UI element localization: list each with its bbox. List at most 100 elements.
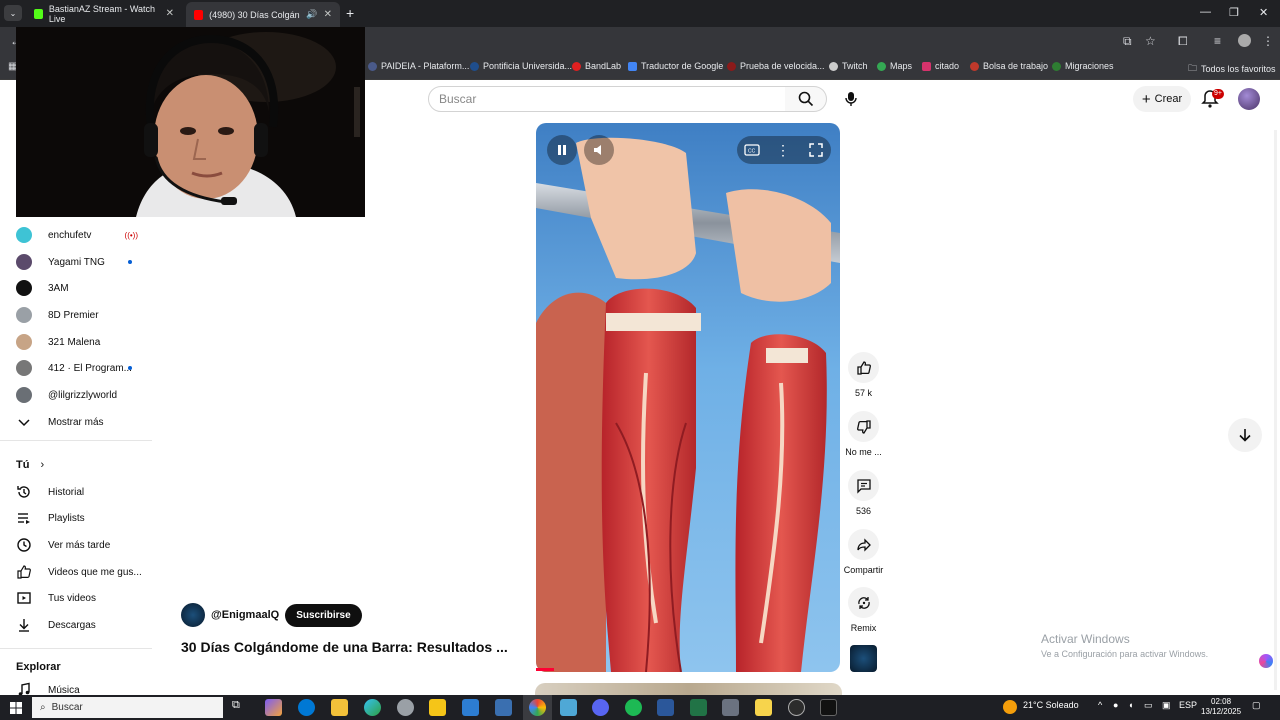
taskbar-search[interactable]: ⌕ Buscar xyxy=(32,697,223,718)
weather-text[interactable]: 21°C Soleado xyxy=(1023,700,1079,710)
audio-source-thumbnail[interactable] xyxy=(850,645,877,672)
bookmark-star-icon[interactable]: ☆ xyxy=(1145,34,1156,48)
spotify-icon[interactable] xyxy=(625,699,642,716)
excel-icon[interactable] xyxy=(690,699,707,716)
sidebar-item-321-malena[interactable]: 321 Malena xyxy=(16,331,146,353)
fullscreen-button[interactable] xyxy=(801,135,831,165)
short-video-player[interactable] xyxy=(536,123,840,672)
profile-avatar[interactable] xyxy=(1238,34,1251,47)
app-yellow-icon[interactable] xyxy=(429,699,446,716)
sidebar-item-playlists[interactable]: Playlists xyxy=(16,507,146,529)
tray-chevron-up-icon[interactable]: ^ xyxy=(1098,700,1102,710)
comments-button[interactable] xyxy=(848,470,879,501)
restore-icon[interactable]: ❐ xyxy=(1229,6,1239,19)
bookmark-twitch[interactable]: Twitch xyxy=(829,61,868,71)
file-explorer-icon[interactable] xyxy=(331,699,348,716)
channel-name[interactable]: @EnigmaalQ xyxy=(211,609,279,621)
sidebar-item-yagami-tng[interactable]: Yagami TNG xyxy=(16,251,146,273)
windows-start-icon[interactable] xyxy=(10,701,22,714)
taskbar-clock[interactable]: 02:08 13/12/2025 xyxy=(1201,697,1241,717)
calculator-icon[interactable] xyxy=(495,699,512,716)
extensions-icon[interactable]: ⧠ xyxy=(1178,34,1188,49)
bookmark-speedtest[interactable]: Prueba de velocida... xyxy=(727,61,825,71)
close-tab-icon[interactable]: ✕ xyxy=(324,9,332,20)
sticky-notes-icon[interactable] xyxy=(755,699,772,716)
edge-browser-icon[interactable] xyxy=(364,699,381,716)
account-avatar[interactable] xyxy=(1238,88,1260,110)
meeting-app-icon[interactable] xyxy=(298,699,315,716)
next-short-preview[interactable] xyxy=(535,683,842,695)
captions-button[interactable]: CC xyxy=(737,135,767,165)
sidebar-item-liked-videos[interactable]: Videos que me gus... xyxy=(16,561,146,583)
sidebar-item-lilgrizzlyworld[interactable]: @lilgrizzlyworld xyxy=(16,384,146,406)
sidebar-item-3am[interactable]: 3AM xyxy=(16,277,146,299)
bookmark-paideia[interactable]: PAIDEIA - Plataform... xyxy=(368,61,469,71)
page-scrollbar[interactable] xyxy=(1274,130,1277,690)
close-tab-icon[interactable]: ✕ xyxy=(166,8,174,19)
epic-games-icon[interactable] xyxy=(820,699,837,716)
weather-sun-icon[interactable] xyxy=(1003,700,1017,714)
show-more-button[interactable]: Mostrar más xyxy=(16,411,146,433)
microphone-tray-icon[interactable]: ● xyxy=(1113,700,1118,710)
video-progress-bar[interactable] xyxy=(536,668,555,671)
steam-icon[interactable] xyxy=(397,699,414,716)
short-title[interactable]: 30 Días Colgándome de una Barra: Resulta… xyxy=(181,639,508,655)
bookmark-migraciones[interactable]: Migraciones xyxy=(1052,61,1114,71)
subscribe-button[interactable]: Suscribirse xyxy=(285,603,362,627)
display-tray-icon[interactable]: ▣ xyxy=(1162,700,1171,711)
notification-center-icon[interactable]: ▢ xyxy=(1252,700,1261,711)
sidebar-item-enchufetv[interactable]: enchufetv ((•)) xyxy=(16,224,146,246)
network-tray-icon[interactable]: ▭ xyxy=(1144,700,1153,711)
channel-avatar[interactable] xyxy=(181,603,205,627)
search-button[interactable] xyxy=(785,86,827,112)
speaker-icon[interactable]: 🔊 xyxy=(306,9,317,20)
bookmark-bolsa-trabajo[interactable]: Bolsa de trabajo xyxy=(970,61,1048,71)
volume-tray-icon[interactable]: ◖ xyxy=(1128,700,1133,710)
word-icon[interactable] xyxy=(657,699,674,716)
bookmark-maps[interactable]: Maps xyxy=(877,61,912,71)
sidebar-item-8d-premier[interactable]: 8D Premier xyxy=(16,304,146,326)
dislike-button[interactable] xyxy=(848,411,879,442)
media-control-icon[interactable]: ≡ xyxy=(1214,34,1221,48)
share-button[interactable] xyxy=(848,529,879,560)
all-bookmarks[interactable]: 🗀 Todos los favoritos xyxy=(1188,61,1276,77)
sidebar-item-historial[interactable]: Historial xyxy=(16,481,146,503)
tab-youtube-short[interactable]: (4980) 30 Días Colgándome 🔊 ✕ xyxy=(186,2,340,27)
tab-search-button[interactable]: ⌄ xyxy=(4,5,22,21)
camera-icon[interactable] xyxy=(722,699,739,716)
tab-bastianaz[interactable]: BastianAZ Stream - Watch Live ✕ xyxy=(26,4,182,24)
new-tab-button[interactable]: + xyxy=(346,5,354,21)
sidebar-item-tus-videos[interactable]: Tus videos xyxy=(16,587,146,609)
keyboard-language[interactable]: ESP xyxy=(1179,700,1197,710)
create-button[interactable]: + Crear xyxy=(1133,86,1191,112)
app-light-blue-icon[interactable] xyxy=(560,699,577,716)
discord-icon[interactable] xyxy=(592,699,609,716)
obs-icon[interactable] xyxy=(788,699,805,716)
browser-menu-icon[interactable]: ⋮ xyxy=(1262,34,1274,48)
minimize-icon[interactable]: — xyxy=(1200,6,1211,18)
webcam-person-image xyxy=(16,27,365,217)
assistant-floating-icon[interactable] xyxy=(1259,654,1273,668)
sidebar-item-412-el-programa[interactable]: 412 · El Program... xyxy=(16,357,146,379)
volume-button[interactable] xyxy=(584,135,614,165)
remix-button[interactable] xyxy=(848,587,879,618)
app-blue-icon[interactable] xyxy=(462,699,479,716)
bookmark-pucp[interactable]: Pontificia Universida... xyxy=(470,61,572,71)
bookmark-citado[interactable]: citado xyxy=(922,61,959,71)
like-button[interactable] xyxy=(848,352,879,383)
you-section-header[interactable]: Tú › xyxy=(16,459,44,471)
bookmark-translate[interactable]: Traductor de Google xyxy=(628,61,723,71)
sidebar-item-descargas[interactable]: Descargas xyxy=(16,614,146,636)
sidebar-item-ver-mas-tarde[interactable]: Ver más tarde xyxy=(16,534,146,556)
install-app-icon[interactable]: ⧉ xyxy=(1123,34,1132,49)
bookmark-bandlab[interactable]: BandLab xyxy=(572,61,621,71)
pause-button[interactable] xyxy=(547,135,577,165)
copilot-icon[interactable] xyxy=(265,699,282,716)
task-view-icon[interactable]: ⧉ xyxy=(232,699,249,716)
next-short-button[interactable] xyxy=(1228,418,1262,452)
close-window-icon[interactable]: ✕ xyxy=(1259,6,1268,19)
chrome-icon[interactable] xyxy=(529,699,546,716)
search-input[interactable]: Buscar xyxy=(428,86,786,112)
more-options-button[interactable]: ⋮ xyxy=(768,135,798,165)
voice-search-button[interactable] xyxy=(839,87,863,111)
